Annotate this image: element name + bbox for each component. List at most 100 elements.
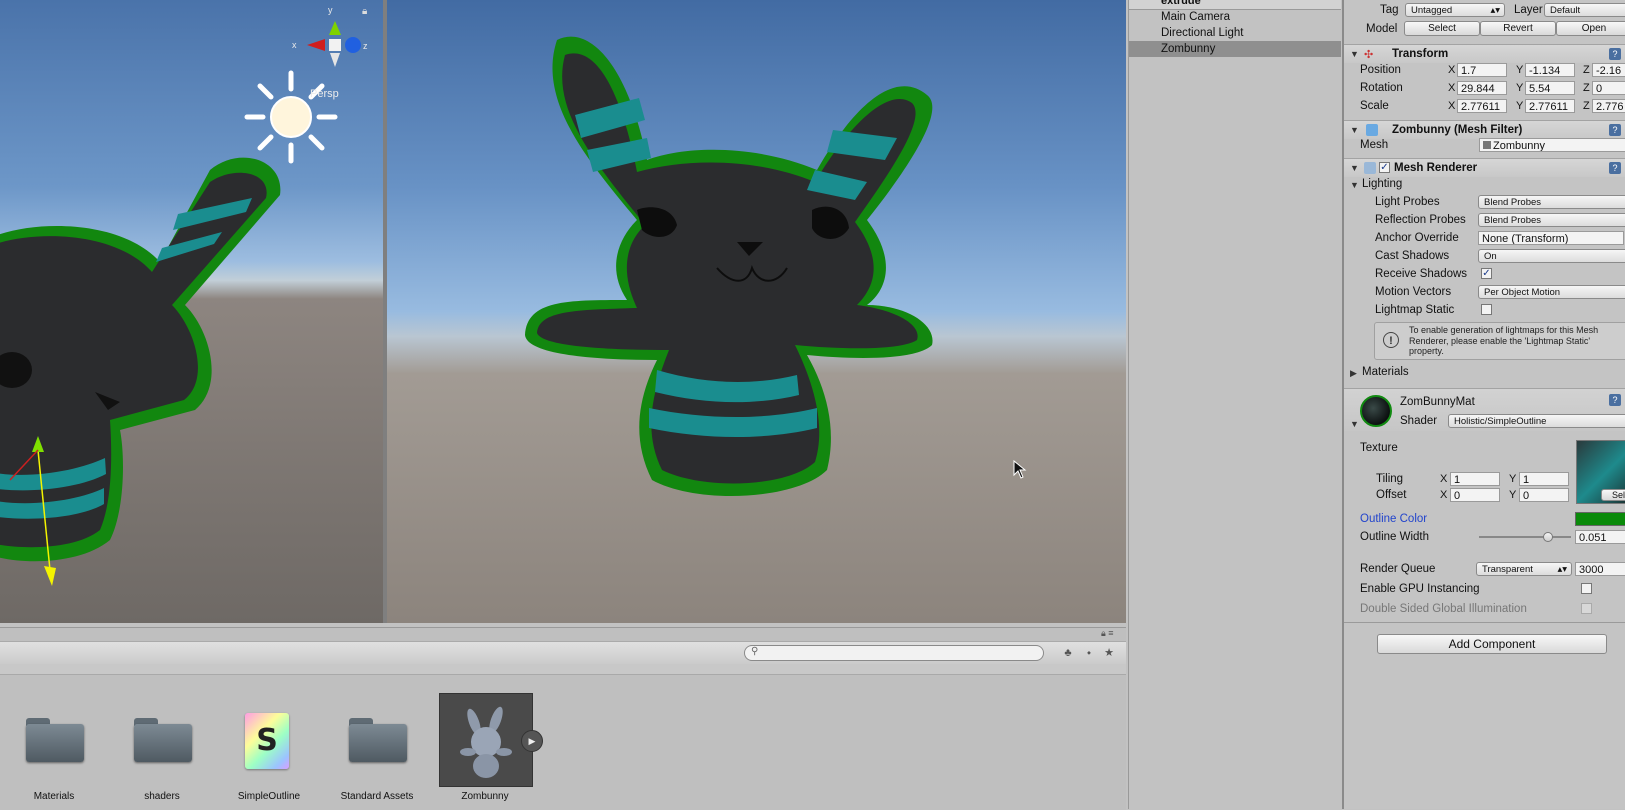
position-y-field[interactable]: -1.134 [1525, 63, 1575, 77]
slider-thumb[interactable] [1542, 532, 1553, 542]
offset-x-field[interactable]: 0 [1450, 488, 1500, 502]
lightmap-info-box: ! To enable generation of lightmaps for … [1374, 322, 1625, 360]
light-probes-dropdown[interactable]: Blend Probes [1478, 195, 1625, 209]
outline-color-swatch[interactable] [1575, 512, 1625, 526]
cast-shadows-label: Cast Shadows [1375, 250, 1450, 262]
outline-color-label: Outline Color [1360, 513, 1428, 525]
scene-bunny[interactable] [0, 157, 281, 562]
position-label: Position [1360, 64, 1401, 76]
rotation-x-field[interactable]: 29.844 [1457, 81, 1507, 95]
asset-label: SimpleOutline [237, 791, 301, 802]
outline-width-label: Outline Width [1360, 531, 1430, 543]
scale-z-field[interactable]: 2.776 [1592, 99, 1625, 113]
mesh-renderer-enabled-checkbox[interactable]: ✓ [1379, 162, 1390, 173]
favorite-star-icon[interactable]: ★ [1101, 646, 1117, 660]
render-queue-field[interactable]: 3000 [1575, 562, 1625, 576]
help-icon[interactable]: ? [1609, 124, 1621, 136]
materials-foldout-icon[interactable]: ▶ [1350, 368, 1357, 379]
receive-shadows-checkbox[interactable]: ✓ [1481, 268, 1492, 279]
scale-y-field[interactable]: 2.77611 [1525, 99, 1575, 113]
shader-dropdown[interactable]: Holistic/SimpleOutline [1448, 414, 1625, 428]
offset-y-field[interactable]: 0 [1519, 488, 1569, 502]
scale-x-field[interactable]: 2.77611 [1457, 99, 1507, 113]
lighting-foldout-icon[interactable]: ▼ [1350, 180, 1359, 190]
rotation-y-field[interactable]: 5.54 [1525, 81, 1575, 95]
model-select-button[interactable]: Select [1404, 21, 1480, 36]
hierarchy-item-zombunny[interactable]: Zombunny [1161, 41, 1215, 57]
transform-header[interactable]: ▼ ✣ Transform ? [1344, 44, 1625, 63]
persp-label[interactable]: Persp [310, 88, 339, 100]
material-foldout-icon[interactable]: ▼ [1350, 419, 1359, 429]
material-header[interactable]: ZomBunnyMat ? ▼ Shader Holistic/SimpleOu… [1344, 388, 1625, 431]
help-icon[interactable]: ? [1609, 394, 1621, 406]
double-sided-gi-checkbox [1581, 603, 1592, 614]
info-text-line3: property. [1409, 346, 1444, 356]
game-bunny[interactable] [525, 36, 933, 497]
tiling-y-field[interactable]: 1 [1519, 472, 1569, 486]
layer-dropdown[interactable]: Default [1544, 3, 1625, 17]
mesh-label: Mesh [1360, 139, 1389, 151]
lock-icon[interactable]: 🔒︎ [362, 6, 367, 17]
mesh-object-field[interactable]: Zombunny [1479, 138, 1625, 152]
double-sided-gi-label: Double Sided Global Illumination [1360, 603, 1527, 615]
transform-title: Transform [1392, 48, 1449, 60]
help-icon[interactable]: ? [1609, 48, 1621, 60]
lightmap-static-checkbox[interactable] [1481, 304, 1492, 315]
filter-by-label-icon[interactable]: ⬩ [1081, 646, 1097, 660]
game-view[interactable] [387, 0, 1126, 623]
project-search-input[interactable]: ⚲ [744, 645, 1044, 661]
anchor-override-field[interactable]: None (Transform) [1478, 231, 1624, 245]
help-icon[interactable]: ? [1609, 162, 1621, 174]
section-divider [1344, 622, 1625, 623]
play-preview-icon[interactable]: ▶ [521, 730, 543, 752]
directional-light-icon[interactable] [244, 70, 338, 164]
foldout-arrow-icon[interactable]: ▼ [1350, 125, 1359, 135]
model-open-button[interactable]: Open [1556, 21, 1625, 36]
texture-slot[interactable]: Sele [1576, 440, 1625, 504]
motion-vectors-dropdown[interactable]: Per Object Motion [1478, 285, 1625, 299]
add-component-button[interactable]: Add Component [1377, 634, 1607, 654]
texture-label: Texture [1360, 442, 1398, 454]
project-panel: 🔒︎ ≡ ⚲ ♣ ⬩ ★ Materials shaders S SimpleO… [0, 627, 1126, 810]
gpu-instancing-checkbox[interactable] [1581, 583, 1592, 594]
model-revert-button[interactable]: Revert [1480, 21, 1556, 36]
render-queue-dropdown[interactable]: Transparent ▴▾ [1476, 562, 1572, 576]
tiling-x-field[interactable]: 1 [1450, 472, 1500, 486]
texture-select-button[interactable]: Sele [1601, 489, 1625, 501]
rotation-label: Rotation [1360, 82, 1403, 94]
hierarchy-item-main-camera[interactable]: Main Camera [1161, 9, 1230, 25]
mouse-cursor-icon [1013, 460, 1027, 479]
reflection-probes-label: Reflection Probes [1375, 214, 1466, 226]
tag-dropdown[interactable]: Untagged ▴▾ [1405, 3, 1505, 17]
mesh-filter-title: Zombunny (Mesh Filter) [1392, 124, 1523, 136]
lightmap-static-label: Lightmap Static [1375, 304, 1455, 316]
foldout-arrow-icon[interactable]: ▼ [1350, 163, 1359, 173]
outline-width-slider[interactable] [1479, 531, 1571, 543]
position-x-field[interactable]: 1.7 [1457, 63, 1507, 77]
info-icon: ! [1383, 332, 1399, 348]
reflection-probes-dropdown[interactable]: Blend Probes [1478, 213, 1625, 227]
position-z-field[interactable]: -2.16 [1592, 63, 1625, 77]
offset-label: Offset [1376, 489, 1407, 501]
folder-icon [134, 718, 192, 762]
gizmo-axis-x: x [292, 40, 297, 50]
hierarchy-item-directional-light[interactable]: Directional Light [1161, 25, 1243, 41]
material-preview-sphere [1360, 395, 1392, 427]
gpu-instancing-label: Enable GPU Instancing [1360, 583, 1480, 595]
filter-by-type-icon[interactable]: ♣ [1060, 646, 1076, 660]
shader-label: Shader [1400, 415, 1438, 427]
mesh-renderer-header[interactable]: ▼ ✓ Mesh Renderer ? [1344, 158, 1625, 177]
layer-label: Layer [1514, 4, 1543, 16]
model-thumbnail [460, 706, 512, 778]
rotation-z-field[interactable]: 0 [1592, 81, 1625, 95]
foldout-arrow-icon[interactable]: ▼ [1350, 49, 1359, 59]
asset-label: Zombunny [461, 791, 509, 802]
shader-icon: S [245, 713, 289, 769]
scene-view[interactable]: y x z Persp 🔒︎ [0, 0, 383, 623]
gizmo-axis-y: y [328, 5, 333, 15]
outline-width-field[interactable]: 0.051 [1575, 530, 1625, 544]
orientation-gizmo[interactable] [307, 21, 361, 67]
material-name: ZomBunnyMat [1400, 396, 1475, 408]
panel-lock-icon[interactable]: 🔒︎ ≡ [1101, 628, 1114, 639]
cast-shadows-dropdown[interactable]: On [1478, 249, 1625, 263]
